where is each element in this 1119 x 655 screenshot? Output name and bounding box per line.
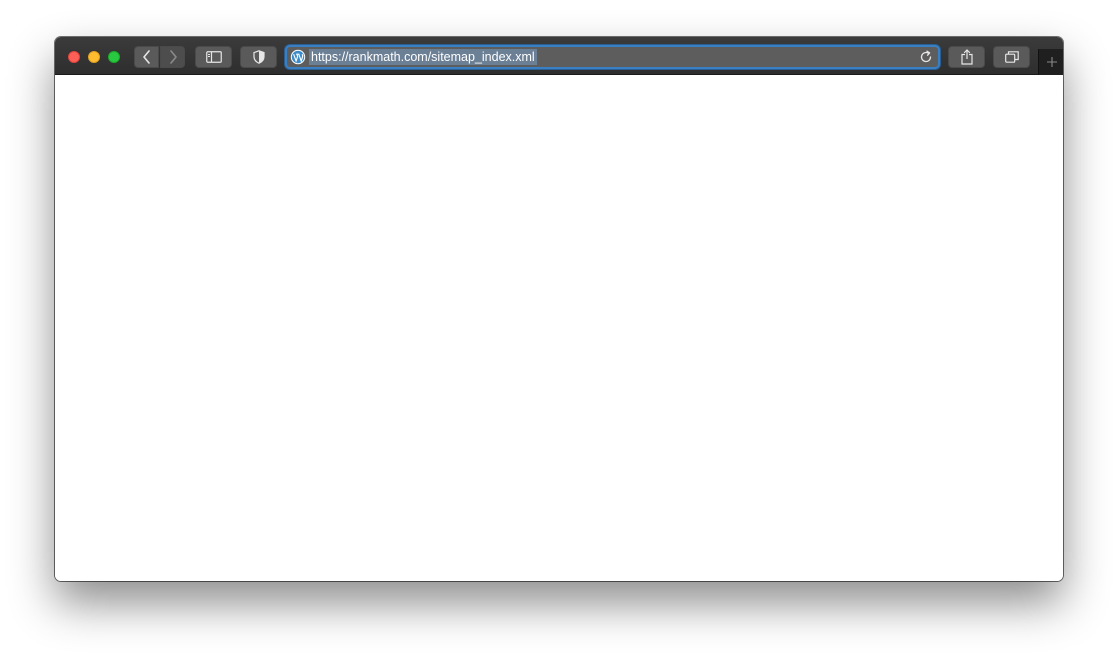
tab-overview-button[interactable] xyxy=(993,46,1030,68)
chevron-right-icon xyxy=(169,50,177,64)
url-text[interactable]: https://rankmath.com/sitemap_index.xml xyxy=(309,49,537,65)
close-window-button[interactable] xyxy=(68,51,80,63)
maximize-window-button[interactable] xyxy=(108,51,120,63)
sidebar-icon xyxy=(205,51,222,63)
shield-icon xyxy=(252,50,265,64)
privacy-report-button[interactable] xyxy=(240,46,277,68)
browser-window: https://rankmath.com/sitemap_index.xml xyxy=(55,37,1063,581)
browser-toolbar: https://rankmath.com/sitemap_index.xml xyxy=(55,37,1063,75)
new-tab-button[interactable] xyxy=(1038,49,1063,75)
page-content[interactable] xyxy=(55,75,1063,581)
chevron-left-icon xyxy=(142,50,150,64)
tabs-overview-icon xyxy=(1004,51,1019,63)
back-button[interactable] xyxy=(134,46,159,68)
share-icon xyxy=(960,49,973,65)
reload-icon[interactable] xyxy=(918,49,934,65)
minimize-window-button[interactable] xyxy=(88,51,100,63)
address-bar[interactable]: https://rankmath.com/sitemap_index.xml xyxy=(285,45,940,69)
share-button[interactable] xyxy=(948,46,985,68)
plus-icon xyxy=(1046,57,1057,67)
wordpress-icon xyxy=(290,49,306,65)
forward-button[interactable] xyxy=(160,46,185,68)
show-sidebar-button[interactable] xyxy=(195,46,232,68)
